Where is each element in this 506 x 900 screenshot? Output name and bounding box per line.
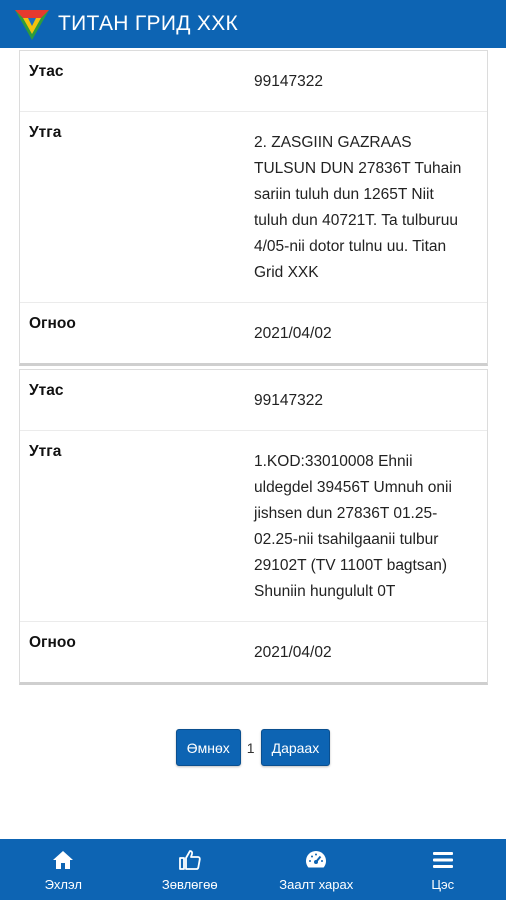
- phone-row: Утас 99147322: [20, 51, 487, 112]
- message-card: Утас 99147322 Утга 2. ZASGIIN GAZRAAS TU…: [19, 50, 488, 366]
- date-label: Огноо: [29, 315, 76, 332]
- phone-label: Утас: [29, 63, 64, 80]
- phone-value: 99147322: [254, 392, 323, 409]
- date-value: 2021/04/02: [254, 325, 332, 342]
- date-row: Огноо 2021/04/02: [20, 622, 487, 682]
- thumbs-up-icon: [178, 849, 201, 870]
- nav-menu[interactable]: Цэс: [380, 839, 506, 900]
- date-value: 2021/04/02: [254, 644, 332, 661]
- current-page-number: 1: [246, 739, 255, 756]
- pagination: Өмнөх 1 Дараах: [0, 729, 506, 766]
- prev-page-button[interactable]: Өмнөх: [175, 729, 241, 766]
- nav-meter-readings-label: Заалт харах: [279, 876, 354, 892]
- menu-icon: [432, 851, 453, 868]
- top-app-bar: ТИТАН ГРИД ХХК: [0, 0, 506, 48]
- speedometer-icon: [306, 850, 327, 867]
- message-text: 2. ZASGIIN GAZRAAS TULSUN DUN 27836T Tuh…: [254, 134, 462, 281]
- nav-menu-label: Цэс: [431, 876, 455, 892]
- nav-advice[interactable]: Зөвлөгөө: [127, 839, 254, 900]
- message-card: Утас 99147322 Утга 1.KOD:33010008 Ehnii …: [19, 369, 488, 685]
- phone-label: Утас: [29, 382, 64, 399]
- message-text: 1.KOD:33010008 Ehnii uldegdel 39456T Umn…: [254, 453, 452, 600]
- home-icon: [53, 850, 74, 869]
- phone-value: 99147322: [254, 73, 323, 90]
- text-label: Утга: [29, 443, 62, 460]
- text-row: Утга 1.KOD:33010008 Ehnii uldegdel 39456…: [20, 431, 487, 622]
- nav-meter-readings[interactable]: Заалт харах: [253, 839, 380, 900]
- date-label: Огноо: [29, 634, 76, 651]
- phone-row: Утас 99147322: [20, 370, 487, 431]
- app-title: ТИТАН ГРИД ХХК: [58, 12, 239, 35]
- nav-advice-label: Зөвлөгөө: [161, 876, 218, 892]
- next-page-button[interactable]: Дараах: [260, 729, 331, 766]
- nav-home[interactable]: Эхлэл: [0, 839, 127, 900]
- text-row: Утга 2. ZASGIIN GAZRAAS TULSUN DUN 27836…: [20, 112, 487, 303]
- company-logo: [12, 4, 52, 44]
- bottom-navigation: Эхлэл Зөвлөгөө Заалт харах Цэс: [0, 839, 506, 900]
- text-label: Утга: [29, 124, 62, 141]
- messages-list: Утас 99147322 Утга 2. ZASGIIN GAZRAAS TU…: [19, 50, 488, 688]
- date-row: Огноо 2021/04/02: [20, 303, 487, 363]
- nav-home-label: Эхлэл: [44, 876, 82, 892]
